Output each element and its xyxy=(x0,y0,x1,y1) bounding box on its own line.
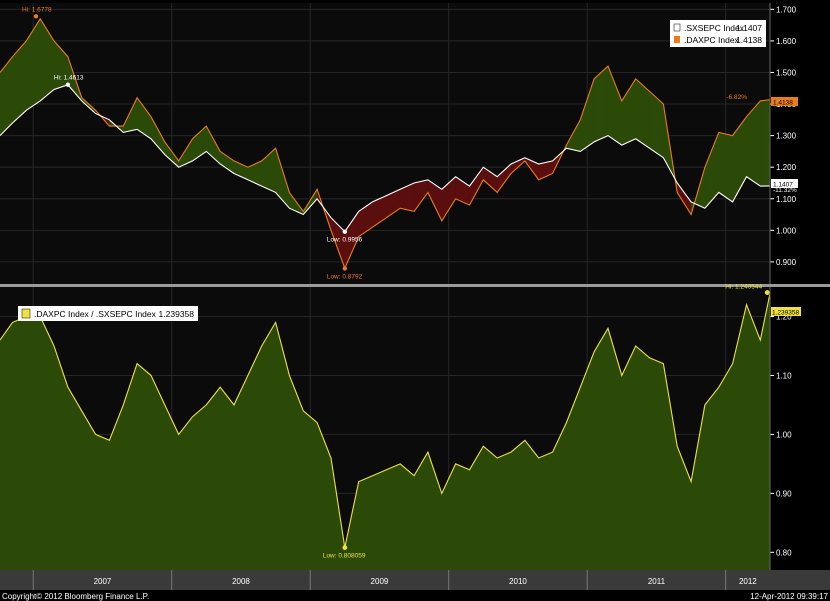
year-label: 2012 xyxy=(739,577,757,586)
year-label: 2007 xyxy=(94,577,112,586)
annotation-label: Low: 0.8792 xyxy=(327,273,363,280)
spread-segment xyxy=(760,99,771,187)
legend-value-daxpc: 1.4138 xyxy=(736,35,762,45)
panel-divider xyxy=(0,284,830,287)
annotation-marker xyxy=(65,82,71,87)
bottom-last-value-tag: 1.239358 xyxy=(771,307,801,317)
annotation-marker xyxy=(764,290,770,295)
legend-swatch-sxsepc xyxy=(673,23,681,32)
spread-segment xyxy=(718,132,733,203)
y-tick-label: 1.100 xyxy=(776,195,797,204)
daxpc-change-label: -6.82% xyxy=(726,94,747,101)
bottom-panel: Hi: 1.240544 Low: 0.808059 0.80 0.90 1.00 1.… xyxy=(0,284,801,570)
annotation-marker xyxy=(342,266,348,271)
year-label: 2009 xyxy=(371,577,389,586)
y-tick-label: 1.200 xyxy=(776,163,797,172)
y-tick-label: 1.600 xyxy=(776,37,797,46)
y-tick-label: 1.000 xyxy=(776,226,797,235)
legend-value-sxsepc: 1.1407 xyxy=(736,23,762,33)
annotation-label: Low: 0.9956 xyxy=(327,237,363,244)
x-axis: 2007 2008 2009 2010 2011 2012 xyxy=(0,570,830,590)
y-tick-label: 1.500 xyxy=(776,68,797,77)
top-panel: Hi: 1.6778 Hi: 1.4613 Low: 0.9956 Low: 0.87… xyxy=(0,3,798,284)
y-tick-label: 0.900 xyxy=(776,258,797,267)
ratio-last-tag-text: 1.239358 xyxy=(772,310,799,317)
legend-swatch-ratio xyxy=(21,308,31,319)
y-tick-label: 1.300 xyxy=(776,132,797,141)
y-tick-label: 0.90 xyxy=(776,489,792,498)
annotation-label: Hi: 1.4613 xyxy=(54,75,84,82)
legend-label-ratio: .DAXPC Index / .SXSEPC Index xyxy=(34,309,157,319)
footer-copyright: Copyright© 2012 Bloomberg Finance L.P. xyxy=(2,592,149,601)
sxsepc-last-tag-text: 1.1407 xyxy=(773,182,793,189)
daxpc-last-tag-text: 1.4138 xyxy=(773,100,793,107)
top-legend: .SXSEPC Index 1.1407 .DAXPC Index 1.4138 xyxy=(670,20,766,47)
bloomberg-chart: Hi: 1.6778 Hi: 1.4613 Low: 0.9956 Low: 0.87… xyxy=(0,0,830,601)
annotation-label: Hi: 1.6778 xyxy=(22,6,52,13)
year-label: 2011 xyxy=(648,577,666,586)
legend-swatch-daxpc xyxy=(674,36,680,43)
y-tick-label: 1.700 xyxy=(776,5,797,14)
y-tick-label: 1.00 xyxy=(776,430,792,439)
annotation-marker xyxy=(342,545,348,550)
annotation-marker xyxy=(342,229,348,234)
year-label: 2010 xyxy=(509,577,527,586)
x-axis-strip xyxy=(0,570,830,590)
year-label: 2008 xyxy=(232,577,250,586)
y-tick-label: 0.80 xyxy=(776,548,792,557)
annotation-label: Low: 0.808059 xyxy=(323,553,366,560)
footer-timestamp: 12-Apr-2012 09:39:17 xyxy=(750,592,828,601)
annotation-marker xyxy=(33,14,39,19)
legend-label-daxpc: .DAXPC Index xyxy=(684,35,740,45)
annotation-label: Hi: 1.240544 xyxy=(725,284,762,291)
legend-value-ratio: 1.239358 xyxy=(159,309,195,319)
bottom-legend: .DAXPC Index / .SXSEPC Index 1.239358 xyxy=(18,306,198,321)
y-tick-label: 1.10 xyxy=(776,371,792,380)
